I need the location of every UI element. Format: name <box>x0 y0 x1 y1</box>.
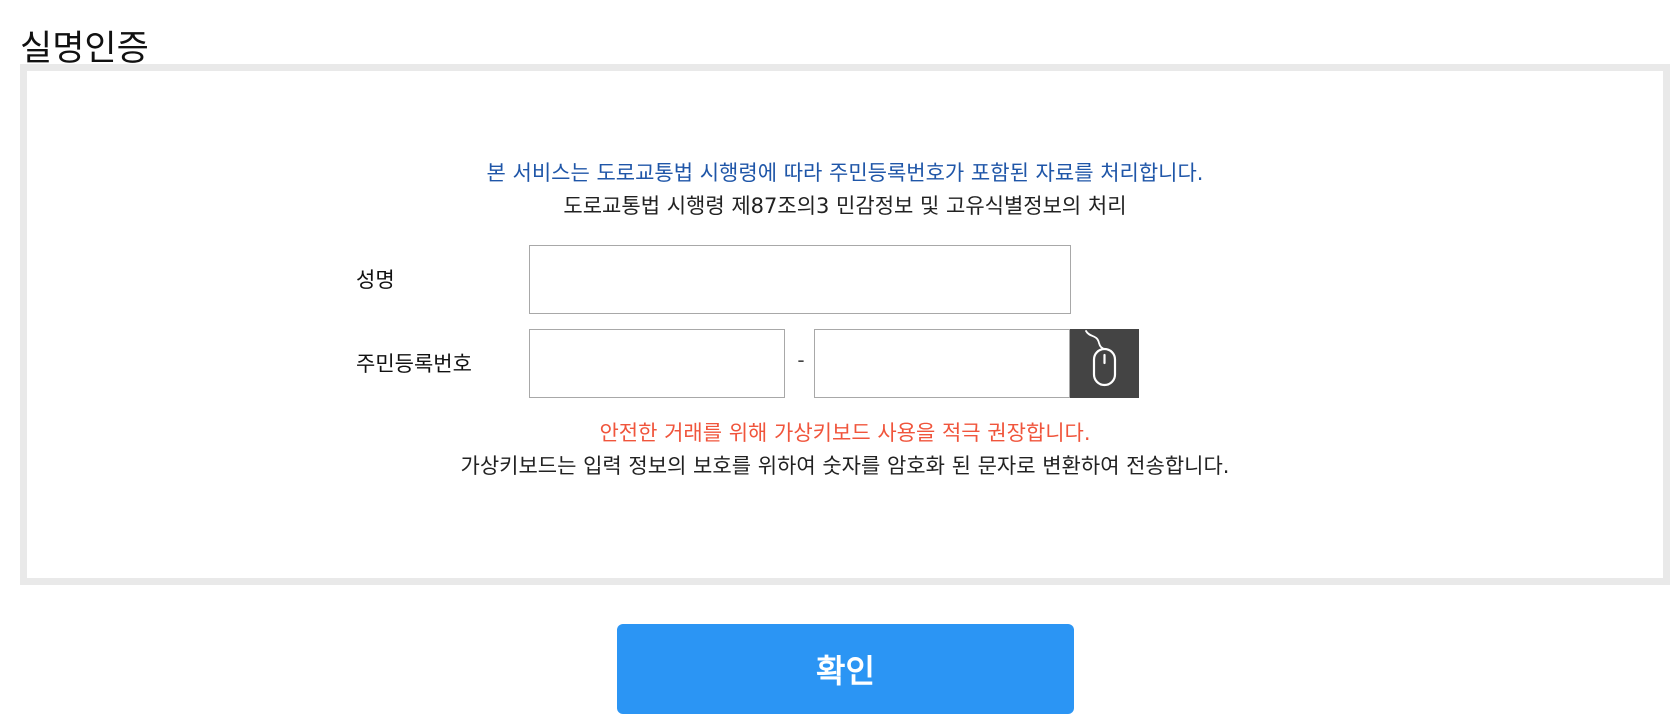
virtual-keyboard-description: 가상키보드는 입력 정보의 보호를 위하여 숫자를 암호화 된 문자로 변환하여… <box>460 454 1230 478</box>
rrn-label: 주민등록번호 <box>356 352 472 376</box>
rrn-front-input[interactable] <box>529 329 785 398</box>
virtual-keyboard-button[interactable] <box>1070 329 1139 398</box>
confirm-button[interactable]: 확인 <box>617 624 1074 714</box>
name-label: 성명 <box>356 268 395 292</box>
mouse-icon <box>1085 330 1117 387</box>
virtual-keyboard-recommendation: 안전한 거래를 위해 가상키보드 사용을 적극 권장합니다. <box>599 421 1091 445</box>
legal-notice: 본 서비스는 도로교통법 시행령에 따라 주민등록번호가 포함된 자료를 처리합… <box>486 161 1204 185</box>
rrn-separator: - <box>797 348 805 372</box>
legal-basis-text: 도로교통법 시행령 제87조의3 민감정보 및 고유식별정보의 처리 <box>563 194 1127 218</box>
name-input[interactable] <box>529 245 1071 314</box>
rrn-back-input[interactable] <box>814 329 1070 398</box>
identity-verification-panel: 본 서비스는 도로교통법 시행령에 따라 주민등록번호가 포함된 자료를 처리합… <box>20 64 1670 585</box>
